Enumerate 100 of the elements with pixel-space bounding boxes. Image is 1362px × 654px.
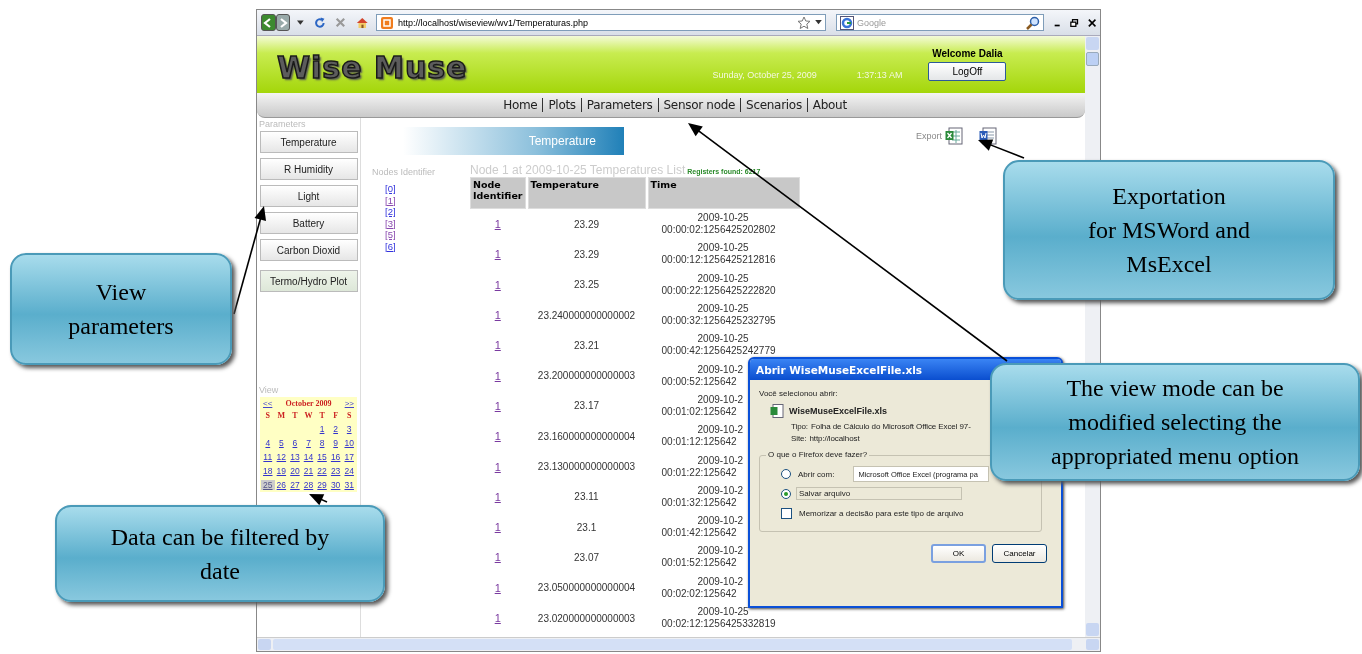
calendar-day[interactable]: 5 xyxy=(274,438,289,448)
nav-link[interactable]: Parameters xyxy=(586,98,653,112)
calendar-day[interactable]: 16 xyxy=(328,452,343,462)
calendar-day[interactable]: 7 xyxy=(301,438,316,448)
parameter-button[interactable]: R Humidity xyxy=(259,158,358,180)
search-icon[interactable] xyxy=(1025,15,1040,30)
node-id-link[interactable]: 1 xyxy=(494,309,501,322)
site-icon xyxy=(379,15,394,30)
calendar-day[interactable]: 9 xyxy=(328,438,343,448)
dialog-button[interactable]: OK xyxy=(931,544,986,563)
node-id-link[interactable]: 1 xyxy=(494,430,501,443)
search-engine-icon[interactable] xyxy=(839,15,854,30)
calendar-day[interactable]: 10 xyxy=(342,438,356,448)
calendar-day[interactable]: 15 xyxy=(315,452,329,462)
close-icon[interactable] xyxy=(1087,17,1096,28)
date-value: 2009-10-25 xyxy=(697,333,749,346)
calendar-day[interactable]: 13 xyxy=(288,452,302,462)
node-link[interactable]: [6] xyxy=(385,240,467,252)
node-id-link[interactable]: 1 xyxy=(494,581,501,594)
address-bar[interactable]: http://localhost/wiseview/wv1/Temperaturas.php xyxy=(375,14,826,31)
calendar-day[interactable]: 11 xyxy=(261,452,275,462)
option-label[interactable]: Salvar arquivo xyxy=(796,487,962,500)
calendar-day[interactable]: 23 xyxy=(328,466,343,476)
calendar-day[interactable]: 31 xyxy=(342,480,356,490)
search-box[interactable]: Google xyxy=(835,14,1044,31)
calendar-day[interactable]: 14 xyxy=(301,452,316,462)
calendar-day[interactable]: 24 xyxy=(342,466,356,476)
node-link[interactable]: [0] xyxy=(385,183,467,195)
nav-link[interactable]: Home xyxy=(503,98,538,112)
home-icon[interactable] xyxy=(356,15,369,30)
star-icon[interactable] xyxy=(796,15,811,30)
node-id-link[interactable]: 1 xyxy=(494,218,501,231)
forward-button[interactable] xyxy=(275,14,291,31)
nav-link[interactable]: Plots xyxy=(548,98,576,112)
time-value: 00:00:42:1256425242779 xyxy=(661,345,776,358)
dropdown-icon[interactable] xyxy=(814,20,822,25)
node-id-link[interactable]: 1 xyxy=(494,248,501,261)
calendar-day[interactable]: 6 xyxy=(288,438,302,448)
plot-button[interactable]: Termo/Hydro Plot xyxy=(259,270,358,292)
calendar-day[interactable]: 19 xyxy=(274,466,289,476)
nav-link[interactable]: Scenarios xyxy=(746,98,802,112)
welcome-text: Welcome Dalia xyxy=(932,48,1003,59)
date-value: 2009-10-25 xyxy=(697,303,749,316)
node-link[interactable]: [3] xyxy=(385,217,467,229)
node-id-link[interactable]: 1 xyxy=(494,551,501,564)
restore-icon[interactable] xyxy=(1070,17,1079,28)
radio-button[interactable] xyxy=(781,488,791,499)
parameter-button[interactable]: Battery xyxy=(259,212,358,234)
callout-text: The view mode can be modified selecting the appropriated menu option xyxy=(1051,374,1299,471)
logo: Wise Muse xyxy=(277,50,468,85)
calendar-day[interactable]: 8 xyxy=(315,438,329,448)
next-month-link[interactable]: >> xyxy=(344,399,354,408)
radio-button[interactable] xyxy=(781,469,791,479)
calendar-day[interactable]: 27 xyxy=(288,480,302,490)
calendar-day[interactable]: 4 xyxy=(261,438,275,448)
parameter-button[interactable]: Light xyxy=(259,185,358,207)
calendar-day[interactable]: 2 xyxy=(328,424,343,434)
previous-month-link[interactable]: << xyxy=(263,399,273,408)
reload-icon[interactable] xyxy=(313,15,326,30)
calendar-day[interactable]: 29 xyxy=(315,480,329,490)
calendar-day[interactable]: 20 xyxy=(288,466,302,476)
checkbox-label[interactable]: Memorizar a decisão para este tipo de arquivo xyxy=(797,508,966,519)
checkbox[interactable] xyxy=(781,508,792,519)
spreadsheet-icon[interactable] xyxy=(945,127,963,145)
dropdown-icon[interactable] xyxy=(297,19,304,26)
node-link[interactable]: [1] xyxy=(385,194,467,206)
calendar-day[interactable]: 3 xyxy=(342,424,356,434)
nav-link[interactable]: Sensor node xyxy=(663,98,736,112)
parameter-button[interactable]: Carbon Dioxid xyxy=(259,239,358,261)
node-id-link[interactable]: 1 xyxy=(494,490,501,503)
callout-text: Data can be filtered by date xyxy=(110,522,330,586)
calendar-day[interactable]: 22 xyxy=(315,466,329,476)
dialog-text: Você selecionou abrir: xyxy=(759,389,839,398)
calendar-day[interactable]: 17 xyxy=(342,452,356,462)
calendar-day[interactable]: 1 xyxy=(315,424,329,434)
temperature-value: 23.17 xyxy=(574,400,600,412)
node-id-link[interactable]: 1 xyxy=(494,339,501,352)
node-id-link[interactable]: 1 xyxy=(494,278,501,291)
calendar-day[interactable]: 21 xyxy=(301,466,316,476)
node-id-link[interactable]: 1 xyxy=(494,612,501,624)
node-id-link[interactable]: 1 xyxy=(494,369,501,382)
calendar-day[interactable]: 30 xyxy=(328,480,343,490)
node-id-link[interactable]: 1 xyxy=(494,460,501,473)
calendar-day[interactable]: 25 xyxy=(261,480,275,490)
node-id-link[interactable]: 1 xyxy=(494,521,501,534)
nav-link[interactable]: About xyxy=(812,98,847,112)
back-button[interactable] xyxy=(261,14,276,31)
node-id-link[interactable]: 1 xyxy=(494,399,501,412)
horizontal-scrollbar[interactable] xyxy=(257,637,1100,651)
parameter-button[interactable]: Temperature xyxy=(259,131,358,153)
option-label[interactable]: Abrir com: xyxy=(796,468,837,480)
node-link[interactable]: [2] xyxy=(385,206,467,218)
node-link[interactable]: [5] xyxy=(385,229,467,241)
calendar-day[interactable]: 28 xyxy=(301,480,316,490)
calendar-day[interactable]: 26 xyxy=(274,480,289,490)
logoff-button[interactable]: LogOff xyxy=(928,62,1007,81)
dialog-button[interactable]: Cancelar xyxy=(992,544,1047,563)
time-value: 00:00:22:1256425222820 xyxy=(661,284,776,297)
calendar-day[interactable]: 18 xyxy=(261,466,275,476)
calendar-day[interactable]: 12 xyxy=(274,452,289,462)
